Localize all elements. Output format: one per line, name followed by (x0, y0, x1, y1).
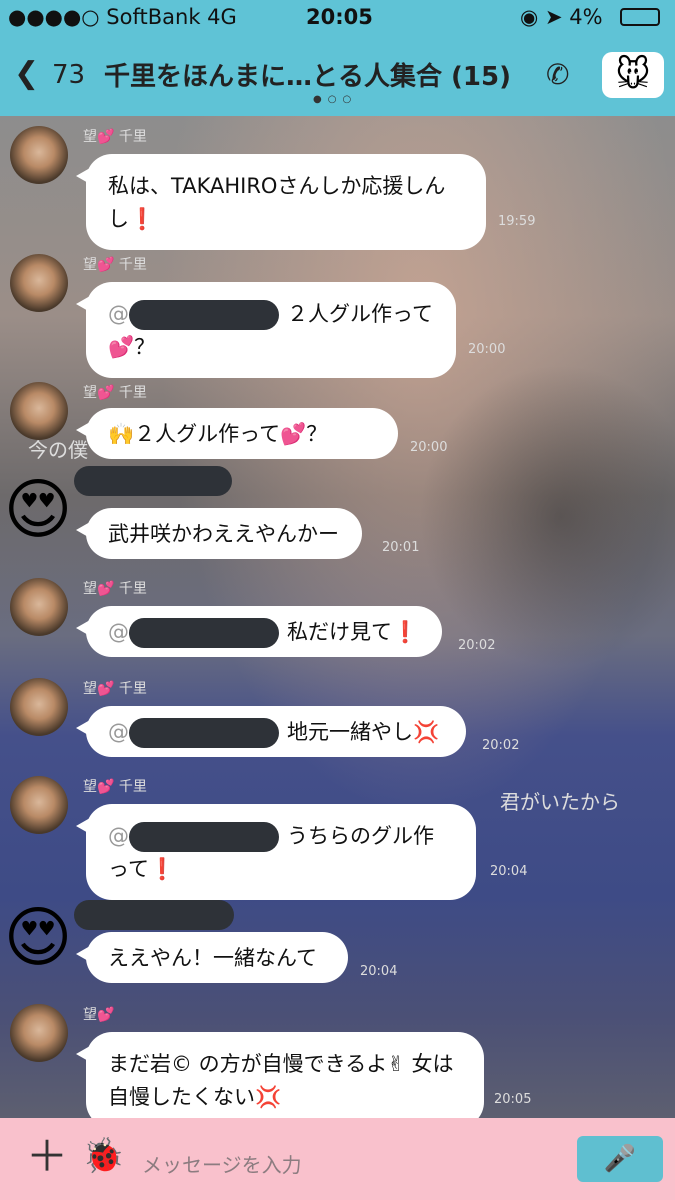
timestamp: 20:02 (458, 638, 496, 653)
avatar[interactable] (10, 578, 68, 636)
status-right: ◉ ➤ 4% (520, 5, 603, 29)
message-text: 武井咲かわええやんかー (108, 522, 339, 546)
message-bubble[interactable]: 🙌２人グル作って💕？ (76, 408, 398, 459)
message-text: ええやん！一緒なんて (108, 946, 317, 970)
avatar[interactable] (10, 254, 68, 312)
redacted-mention (129, 618, 279, 648)
back-count[interactable]: 73 (52, 60, 85, 90)
carrier-label: ●●●●○ SoftBank 4G (8, 5, 237, 29)
input-bar: ＋ 🐞 メッセージを入力 🎤 (0, 1118, 675, 1200)
status-bar: ●●●●○ SoftBank 4G 20:05 ◉ ➤ 4% (0, 0, 675, 36)
chat-area: 今の僕 君がいたから 望💕 千里 私は、TAKAHIROさんしか応援しんし❗ 1… (0, 116, 675, 1118)
timestamp: 20:02 (482, 738, 520, 753)
phone-icon[interactable]: ✆ (546, 58, 569, 91)
redacted-mention (129, 822, 279, 852)
mention-at: @ (108, 620, 129, 644)
mention-at: @ (108, 720, 129, 744)
avatar[interactable] (10, 382, 68, 440)
redacted-mention (129, 300, 279, 330)
clock: 20:05 (306, 5, 373, 29)
timestamp: 20:00 (410, 440, 448, 455)
timestamp: 20:04 (490, 864, 528, 879)
sender-name: 望💕 千里 (83, 681, 147, 697)
sender-name: 望💕 千里 (83, 779, 147, 795)
avatar[interactable] (10, 678, 68, 736)
message-input[interactable]: メッセージを入力 (142, 1149, 302, 1178)
message-text: 私は、TAKAHIROさんしか応援しんし❗ (108, 174, 446, 231)
sender-name: 望💕 千里 (83, 385, 147, 401)
group-icon[interactable]: 🐭 (602, 52, 664, 98)
message-bubble[interactable]: @２人グル作って💕？ (76, 282, 456, 378)
sender-name: 望💕 千里 (83, 257, 147, 273)
page-dots: ●○○ (313, 94, 358, 105)
message-text: 🙌２人グル作って💕？ (108, 422, 328, 446)
message-bubble[interactable]: まだ岩© の方が自慢できるよ✌ 女は自慢したくない💢 (76, 1032, 484, 1118)
timestamp: 20:00 (468, 342, 506, 357)
message-text: 私だけ見て❗ (287, 620, 419, 644)
message-bubble[interactable]: @ 私だけ見て❗ (76, 606, 442, 657)
plus-icon[interactable]: ＋ (26, 1136, 68, 1178)
sender-name: 望💕 (83, 1007, 115, 1023)
message-bubble[interactable]: ええやん！一緒なんて (76, 932, 348, 983)
message-bubble[interactable]: 武井咲かわええやんかー (76, 508, 362, 559)
chevron-left-icon[interactable]: ❮ (14, 56, 39, 91)
avatar[interactable] (10, 1004, 68, 1062)
timestamp: 20:04 (360, 964, 398, 979)
mention-at: @ (108, 824, 129, 848)
redacted-mention (129, 718, 279, 748)
redacted-sender-name (74, 900, 234, 930)
sticker-icon[interactable]: 🐞 (82, 1136, 124, 1176)
timestamp: 20:01 (382, 540, 420, 555)
message-bubble[interactable]: @ 地元一緒やし💢 (76, 706, 466, 757)
message-text: まだ岩© の方が自慢できるよ✌ 女は自慢したくない💢 (108, 1052, 454, 1109)
microphone-icon[interactable]: 🎤 (577, 1136, 663, 1182)
chat-title[interactable]: 千里をほんまに…とる人集合 (15) (104, 56, 511, 93)
timestamp: 19:59 (498, 214, 536, 229)
sender-name: 望💕 千里 (83, 581, 147, 597)
message-text: 地元一緒やし💢 (287, 720, 440, 744)
mention-at: @ (108, 302, 129, 326)
battery-icon (620, 8, 660, 26)
chat-header: ❮ 73 千里をほんまに…とる人集合 (15) ●○○ ✆ 🐭 (0, 36, 675, 116)
redacted-sender-name (74, 466, 232, 496)
avatar[interactable] (10, 126, 68, 184)
wallpaper-text: 君がいたから (500, 790, 620, 814)
heart-eyes-avatar-icon[interactable]: 😍 (0, 900, 76, 976)
message-bubble[interactable]: 私は、TAKAHIROさんしか応援しんし❗ (76, 154, 486, 250)
message-bubble[interactable]: @ うちらのグル作って❗ (76, 804, 476, 900)
timestamp: 20:05 (494, 1092, 532, 1107)
heart-eyes-avatar-icon[interactable]: 😍 (0, 472, 76, 548)
avatar[interactable] (10, 776, 68, 834)
sender-name: 望💕 千里 (83, 129, 147, 145)
